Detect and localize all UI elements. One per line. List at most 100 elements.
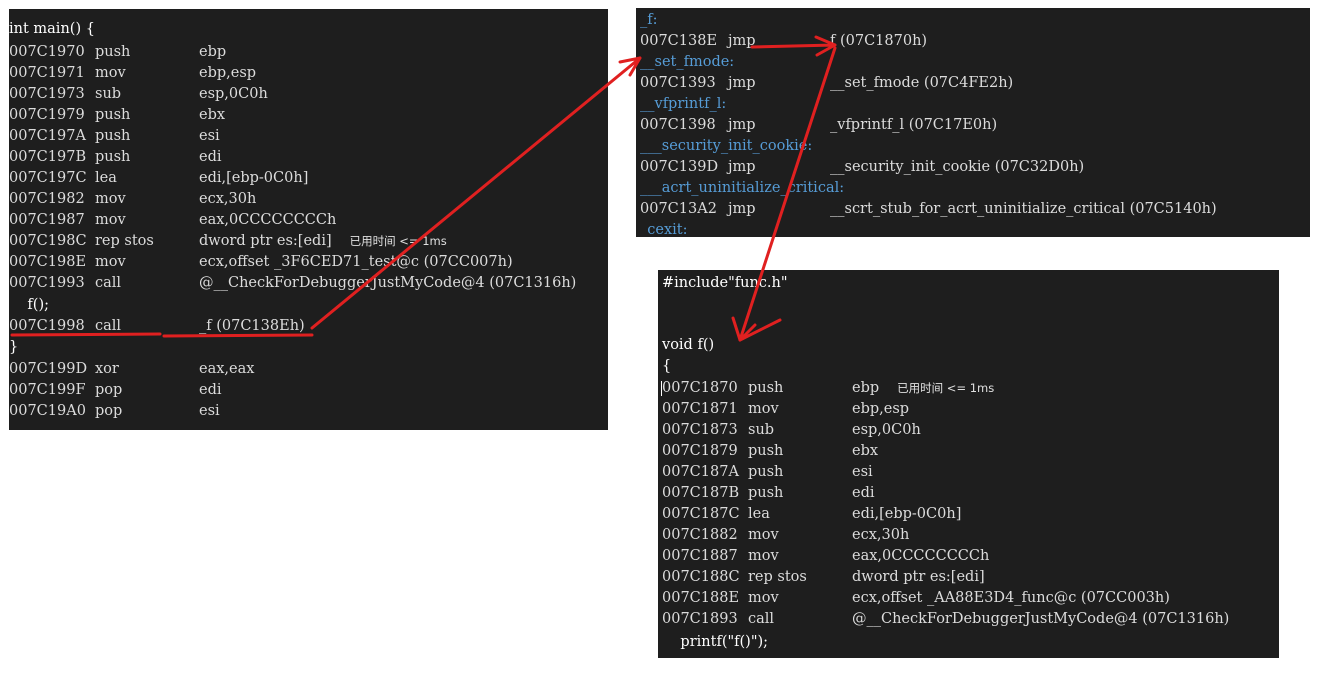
asm-operand: esi xyxy=(199,403,220,419)
asm-row[interactable]: 007C188C rep stos dword ptr es:[edi] xyxy=(658,567,1279,588)
asm-address: 007C19A0 xyxy=(9,403,86,419)
asm-operand: esi xyxy=(199,128,220,144)
asm-mnemonic: mov xyxy=(95,254,126,270)
asm-operand: ebx xyxy=(852,443,879,459)
main-signature-line: int main() { xyxy=(9,21,95,37)
asm-address: 007C1893 xyxy=(662,611,738,627)
asm-row[interactable]: 007C1979 push ebx xyxy=(9,105,608,126)
asm-row[interactable]: 007C1993 call @__CheckForDebuggerJustMyCod… xyxy=(9,273,608,294)
asm-row[interactable]: 007C13A2 jmp __scrt_stub_for_acrt_uninitia… xyxy=(636,199,1310,220)
source-call-line: f(); xyxy=(9,297,50,313)
asm-row[interactable]: 007C1973 sub esp,0C0h xyxy=(9,84,608,105)
asm-address: 007C1982 xyxy=(9,191,85,207)
asm-mnemonic: call xyxy=(748,611,775,627)
asm-address: 007C188E xyxy=(662,590,740,606)
asm-row[interactable]: 007C187C lea edi,[ebp-0C0h] xyxy=(658,504,1279,525)
asm-operand: __set_fmode (07C4FE2h) xyxy=(830,75,1014,91)
asm-mnemonic: push xyxy=(748,380,784,396)
open-brace-line: { xyxy=(662,358,672,374)
asm-address: 007C1871 xyxy=(662,401,738,417)
asm-operand: ebp xyxy=(199,44,227,60)
asm-operand: esi xyxy=(852,464,873,480)
asm-address: 007C1393 xyxy=(640,75,716,91)
thunk-label: __set_fmode: xyxy=(640,54,735,70)
main-disassembly-panel: int main() { 007C1970 push ebp 007C1971 mov e… xyxy=(9,9,608,430)
asm-operand: _f (07C138Eh) xyxy=(199,318,305,334)
func-signature-line: void f() xyxy=(662,337,715,353)
asm-row[interactable]: 007C1393 jmp __set_fmode (07C4FE2h) xyxy=(636,73,1310,94)
asm-mnemonic: xor xyxy=(95,361,119,377)
asm-operand: ecx,offset _3F6CED71_test@c (07CC007h) xyxy=(199,254,513,270)
asm-mnemonic: mov xyxy=(748,401,779,417)
asm-address: 007C187B xyxy=(662,485,740,501)
asm-mnemonic: rep stos xyxy=(748,569,807,585)
elapsed-time-hint: 已用时间 <= 1ms xyxy=(349,234,447,248)
asm-row[interactable]: 007C19A0 pop esi xyxy=(9,401,608,422)
asm-operand: edi,[ebp-0C0h] xyxy=(199,170,309,186)
asm-row[interactable]: 007C1982 mov ecx,30h xyxy=(9,189,608,210)
asm-operand: f (07C1870h) xyxy=(830,33,928,49)
asm-mnemonic: call xyxy=(95,275,122,291)
asm-row[interactable]: 007C199D xor eax,eax xyxy=(9,359,608,380)
asm-address: 007C197C xyxy=(9,170,87,186)
asm-row[interactable]: 007C198E mov ecx,offset _3F6CED71_test@c (… xyxy=(9,252,608,273)
asm-row[interactable]: 007C1971 mov ebp,esp xyxy=(9,63,608,84)
asm-operand: __security_init_cookie (07C32D0h) xyxy=(830,159,1085,175)
asm-address: 007C187C xyxy=(662,506,740,522)
asm-address: 007C199D xyxy=(9,361,88,377)
asm-address: 007C1973 xyxy=(9,86,85,102)
asm-operand: ebp,esp xyxy=(852,401,910,417)
asm-mnemonic: push xyxy=(748,464,784,480)
asm-row[interactable]: 007C187B push edi xyxy=(658,483,1279,504)
asm-operand: ebx xyxy=(199,107,226,123)
asm-row[interactable]: 007C1398 jmp _vfprintf_l (07C17E0h) xyxy=(636,115,1310,136)
asm-row[interactable]: 007C1873 sub esp,0C0h xyxy=(658,420,1279,441)
asm-operand: ebp,esp xyxy=(199,65,257,81)
asm-operand: __scrt_stub_for_acrt_uninitialize_critic… xyxy=(830,201,1217,217)
asm-row[interactable]: 007C1887 mov eax,0CCCCCCCCh xyxy=(658,546,1279,567)
asm-row[interactable]: 007C1870 push ebp 已用时间 <= 1ms xyxy=(658,378,1279,399)
asm-mnemonic: pop xyxy=(95,382,123,398)
asm-mnemonic: mov xyxy=(95,191,126,207)
asm-row[interactable]: 007C197B push edi xyxy=(9,147,608,168)
asm-row[interactable]: 007C1879 push ebx xyxy=(658,441,1279,462)
asm-row[interactable]: 007C1882 mov ecx,30h xyxy=(658,525,1279,546)
asm-address: 007C1870 xyxy=(662,380,738,396)
asm-address: 007C138E xyxy=(640,33,718,49)
asm-row[interactable]: 007C187A push esi xyxy=(658,462,1279,483)
asm-row[interactable]: 007C1970 push ebp xyxy=(9,42,608,63)
asm-mnemonic: jmp xyxy=(728,159,756,175)
asm-address: 007C1398 xyxy=(640,117,716,133)
thunk-label: _cexit: xyxy=(640,222,688,237)
asm-row[interactable]: 007C139D jmp __security_init_cookie (07C32… xyxy=(636,157,1310,178)
asm-row[interactable]: 007C197A push esi xyxy=(9,126,608,147)
asm-address: 007C1873 xyxy=(662,422,738,438)
asm-address: 007C198E xyxy=(9,254,87,270)
asm-mnemonic: mov xyxy=(95,65,126,81)
asm-row[interactable]: 007C138E jmp f (07C1870h) xyxy=(636,31,1310,52)
asm-operand: edi xyxy=(199,149,222,165)
asm-row[interactable]: 007C1893 call @__CheckForDebuggerJustMyCod… xyxy=(658,609,1279,630)
asm-address: 007C139D xyxy=(640,159,719,175)
asm-row[interactable]: 007C188E mov ecx,offset _AA88E3D4_func@c (… xyxy=(658,588,1279,609)
asm-row[interactable]: 007C197C lea edi,[ebp-0C0h] xyxy=(9,168,608,189)
asm-operand: @__CheckForDebuggerJustMyCode@4 (07C1316… xyxy=(852,611,1230,627)
asm-mnemonic: mov xyxy=(748,590,779,606)
asm-mnemonic: push xyxy=(95,128,131,144)
text-caret xyxy=(661,381,662,396)
asm-row[interactable]: 007C199F pop edi xyxy=(9,380,608,401)
thunk-label: __vfprintf_l: xyxy=(640,96,727,112)
asm-row[interactable]: 007C1871 mov ebp,esp xyxy=(658,399,1279,420)
thunk-table-panel: _f: 007C138E jmp f (07C1870h) __set_fmode: 00… xyxy=(636,8,1310,237)
asm-mnemonic: push xyxy=(95,44,131,60)
asm-address: 007C1979 xyxy=(9,107,85,123)
asm-row-call-f[interactable]: 007C1998 call _f (07C138Eh) xyxy=(9,316,608,337)
asm-row[interactable]: 007C198C rep stos dword ptr es:[edi] 已用时间 <… xyxy=(9,231,608,252)
asm-mnemonic: jmp xyxy=(728,201,756,217)
asm-address: 007C1887 xyxy=(662,548,738,564)
close-brace-line: } xyxy=(9,339,19,355)
elapsed-time-hint: 已用时间 <= 1ms xyxy=(897,381,995,395)
asm-row[interactable]: 007C1987 mov eax,0CCCCCCCCh xyxy=(9,210,608,231)
asm-operand: dword ptr es:[edi] xyxy=(199,233,332,249)
asm-address: 007C187A xyxy=(662,464,739,480)
